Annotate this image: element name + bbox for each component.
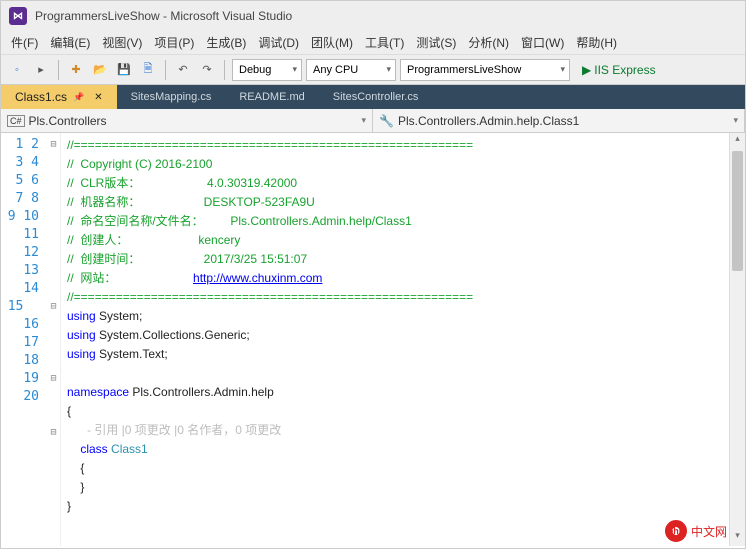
csharp-icon: C# — [7, 115, 25, 127]
save-all-icon[interactable]: 🗎 — [138, 60, 158, 80]
scroll-down-icon[interactable]: ▾ — [730, 530, 745, 546]
menu-test[interactable]: 测试(S) — [410, 34, 462, 51]
menu-help[interactable]: 帮助(H) — [570, 34, 623, 51]
open-file-icon[interactable]: 📂 — [90, 60, 110, 80]
config-dropdown[interactable]: Debug — [232, 59, 302, 81]
wrench-icon: 🔧 — [379, 114, 394, 128]
nav-scope-label: Pls.Controllers — [29, 114, 107, 128]
menu-edit[interactable]: 编辑(E) — [44, 34, 96, 51]
menu-analyze[interactable]: 分析(N) — [462, 34, 515, 51]
scrollbar-thumb[interactable] — [732, 151, 743, 271]
redo-icon[interactable]: ↷ — [197, 60, 217, 80]
fold-gutter[interactable]: ⊟ ⊟ ⊟ ⊟ — [47, 133, 61, 546]
new-file-icon[interactable]: ✚ — [66, 60, 86, 80]
menu-build[interactable]: 生成(B) — [200, 34, 252, 51]
code-editor[interactable]: 1 2 3 4 5 6 7 8 9 10 11 12 13 14 15 16 1… — [1, 133, 745, 546]
play-icon: ▶ — [582, 63, 591, 77]
menu-debug[interactable]: 调试(D) — [252, 34, 305, 51]
menu-tools[interactable]: 工具(T) — [359, 34, 410, 51]
window-title: ProgrammersLiveShow - Microsoft Visual S… — [35, 9, 292, 23]
vertical-scrollbar[interactable]: ▴ ▾ — [729, 133, 745, 546]
menu-team[interactable]: 团队(M) — [305, 34, 359, 51]
watermark-text: 中文网 — [691, 523, 727, 540]
tab-class1[interactable]: Class1.cs 📌 ✕ — [1, 85, 117, 109]
nav-back-icon[interactable]: ◦ — [7, 60, 27, 80]
watermark: php 中文网 — [665, 520, 727, 542]
menu-view[interactable]: 视图(V) — [96, 34, 148, 51]
run-label: IIS Express — [594, 63, 655, 77]
nav-scope-left[interactable]: C# Pls.Controllers ▾ — [1, 109, 373, 132]
nav-scope-label: Pls.Controllers.Admin.help.Class1 — [398, 114, 579, 128]
separator — [165, 60, 166, 80]
separator — [58, 60, 59, 80]
close-icon[interactable]: ✕ — [94, 92, 102, 103]
tab-sitesmapping[interactable]: SitesMapping.cs — [117, 85, 226, 109]
chevron-down-icon: ▾ — [733, 115, 738, 126]
scroll-up-icon[interactable]: ▴ — [730, 133, 745, 149]
separator — [224, 60, 225, 80]
vs-logo-icon: ⋈ — [9, 7, 27, 25]
tab-label: Class1.cs — [15, 90, 67, 104]
code-nav-bar: C# Pls.Controllers ▾ 🔧 Pls.Controllers.A… — [1, 109, 745, 133]
title-bar: ⋈ ProgrammersLiveShow - Microsoft Visual… — [1, 1, 745, 31]
nav-fwd-icon[interactable]: ▸ — [31, 60, 51, 80]
menu-window[interactable]: 窗口(W) — [515, 34, 570, 51]
chevron-down-icon: ▾ — [361, 115, 366, 126]
platform-dropdown[interactable]: Any CPU — [306, 59, 396, 81]
save-icon[interactable]: 💾 — [114, 60, 134, 80]
nav-scope-right[interactable]: 🔧 Pls.Controllers.Admin.help.Class1 ▾ — [373, 109, 745, 132]
pin-icon[interactable]: 📌 — [73, 92, 84, 103]
tab-sitescontroller[interactable]: SitesController.cs — [319, 85, 433, 109]
code-area[interactable]: //======================================… — [61, 133, 745, 546]
document-tabs: Class1.cs 📌 ✕ SitesMapping.cs README.md Si… — [1, 85, 745, 109]
toolbar: ◦ ▸ ✚ 📂 💾 🗎 ↶ ↷ Debug Any CPU Programmer… — [1, 55, 745, 85]
startup-dropdown[interactable]: ProgrammersLiveShow — [400, 59, 570, 81]
line-number-gutter: 1 2 3 4 5 6 7 8 9 10 11 12 13 14 15 16 1… — [1, 133, 47, 546]
php-logo-icon: php — [665, 520, 687, 542]
undo-icon[interactable]: ↶ — [173, 60, 193, 80]
tab-readme[interactable]: README.md — [225, 85, 318, 109]
menu-project[interactable]: 项目(P) — [148, 34, 200, 51]
menu-bar: 件(F) 编辑(E) 视图(V) 项目(P) 生成(B) 调试(D) 团队(M)… — [1, 31, 745, 55]
menu-file[interactable]: 件(F) — [5, 34, 44, 51]
run-button[interactable]: ▶IIS Express — [574, 63, 664, 77]
